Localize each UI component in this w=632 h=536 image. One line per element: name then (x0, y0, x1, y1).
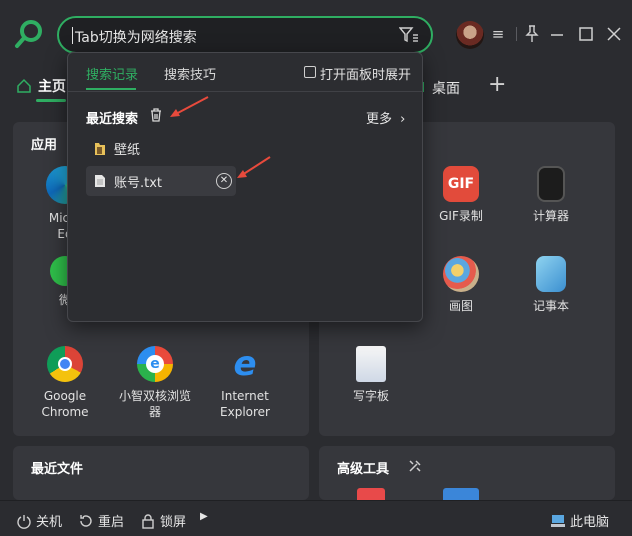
tab-search-tips[interactable]: 搜索技巧 (164, 64, 216, 83)
this-pc-label: 此电脑 (570, 515, 610, 530)
recent-item-account-file[interactable]: 账号.txt (86, 166, 236, 196)
active-tab-indicator (36, 99, 66, 102)
search-logo-icon[interactable] (14, 18, 46, 50)
app-paint[interactable]: 画图 (421, 256, 501, 314)
apps-panel-title: 应用 (31, 138, 58, 153)
expand-on-open-label: 打开面板时展开 (320, 68, 412, 83)
notepad-icon (536, 256, 566, 292)
tab-desktop[interactable]: 桌面 (432, 78, 460, 98)
home-icon (17, 78, 31, 93)
recent-item-label: 壁纸 (114, 143, 141, 158)
folder-icon (95, 142, 105, 155)
tool-icon-2[interactable] (443, 488, 479, 500)
ie-icon: e (233, 344, 257, 384)
avatar[interactable] (456, 21, 484, 49)
app-label: 记事本 (532, 299, 569, 313)
app-gif-recorder[interactable]: GIF GIF录制 (421, 166, 501, 224)
shutdown-button[interactable]: 关机 (16, 511, 62, 530)
lock-button[interactable]: 锁屏 (140, 511, 186, 530)
paint-icon (443, 256, 479, 292)
app-label: Google Chrome (41, 389, 89, 419)
plus-icon[interactable]: + (488, 72, 506, 97)
remove-item-icon[interactable]: ✕ (216, 173, 232, 189)
app-notepad[interactable]: 记事本 (511, 256, 591, 314)
trash-icon[interactable] (148, 107, 164, 123)
lock-label: 锁屏 (160, 515, 187, 530)
power-icon (17, 514, 31, 529)
search-history-popup: 搜索记录 搜索技巧 打开面板时展开 最近搜索 更多 › 壁纸 账号.txt ✕ (67, 52, 423, 322)
annotation-arrow-icon (237, 156, 271, 178)
computer-icon (551, 514, 565, 527)
expand-on-open-checkbox[interactable] (304, 66, 316, 78)
bottom-bar: 关机 重启 锁屏 ▶ 此电脑 (0, 500, 632, 536)
app-wordpad[interactable]: 写字板 (331, 346, 411, 404)
search-box[interactable]: Tab切换为网络搜索 (57, 16, 433, 54)
browser-icon: e (137, 346, 173, 382)
app-label: GIF录制 (439, 209, 483, 223)
restart-icon (80, 514, 92, 527)
tab-home-label: 主页 (38, 79, 66, 95)
tool-icon-1[interactable] (357, 488, 385, 500)
restart-button[interactable]: 重启 (78, 511, 124, 530)
app-label: 计算器 (532, 209, 569, 223)
app-chrome[interactable]: Google Chrome (25, 346, 105, 420)
this-pc-button[interactable]: 此电脑 (550, 511, 609, 530)
annotation-arrow-icon (170, 96, 209, 117)
advanced-tools-panel: 高级工具 (319, 446, 615, 500)
wordpad-icon (356, 346, 386, 382)
advanced-tools-title: 高级工具 (337, 462, 390, 477)
file-icon (95, 175, 105, 187)
shutdown-label: 关机 (36, 515, 63, 530)
app-ie[interactable]: e Internet Explorer (205, 346, 285, 420)
more-link[interactable]: 更多 › (366, 108, 405, 127)
recent-files-panel: 最近文件 (13, 446, 309, 500)
menu-icon[interactable]: ≡ (489, 24, 507, 44)
gif-icon: GIF (443, 166, 479, 202)
restart-label: 重启 (98, 515, 125, 530)
app-label: Internet Explorer (220, 389, 270, 419)
close-icon[interactable] (605, 24, 623, 44)
tools-icon (409, 460, 421, 472)
divider (516, 27, 517, 41)
more-label: 更多 (366, 112, 393, 127)
recent-item-label: 账号.txt (114, 175, 163, 191)
pin-icon[interactable] (523, 24, 541, 44)
tab-home[interactable]: 主页 (16, 76, 66, 102)
app-browser[interactable]: e 小智双核浏览器 (115, 346, 195, 420)
chevron-right-icon: › (400, 112, 406, 127)
search-input[interactable]: Tab切换为网络搜索 (75, 27, 197, 47)
chrome-icon (47, 346, 83, 382)
app-label: 画图 (448, 299, 473, 313)
recent-item-wallpaper[interactable]: 壁纸 (94, 139, 140, 158)
popup-divider (68, 91, 422, 92)
minimize-icon[interactable] (548, 24, 566, 44)
app-label: 小智双核浏览器 (118, 389, 191, 419)
recent-search-title: 最近搜索 (86, 112, 139, 127)
tab-search-history[interactable]: 搜索记录 (86, 64, 138, 83)
filter-icon[interactable] (399, 26, 419, 44)
expand-arrow-icon[interactable]: ▶ (200, 511, 208, 522)
text-caret (72, 27, 73, 44)
app-label: 写字板 (352, 389, 389, 403)
active-popup-tab-indicator (86, 88, 136, 90)
lock-icon (142, 513, 154, 529)
app-calculator[interactable]: 计算器 (511, 166, 591, 224)
maximize-icon[interactable] (577, 24, 595, 44)
calculator-icon (537, 166, 565, 202)
recent-files-title: 最近文件 (31, 462, 84, 477)
